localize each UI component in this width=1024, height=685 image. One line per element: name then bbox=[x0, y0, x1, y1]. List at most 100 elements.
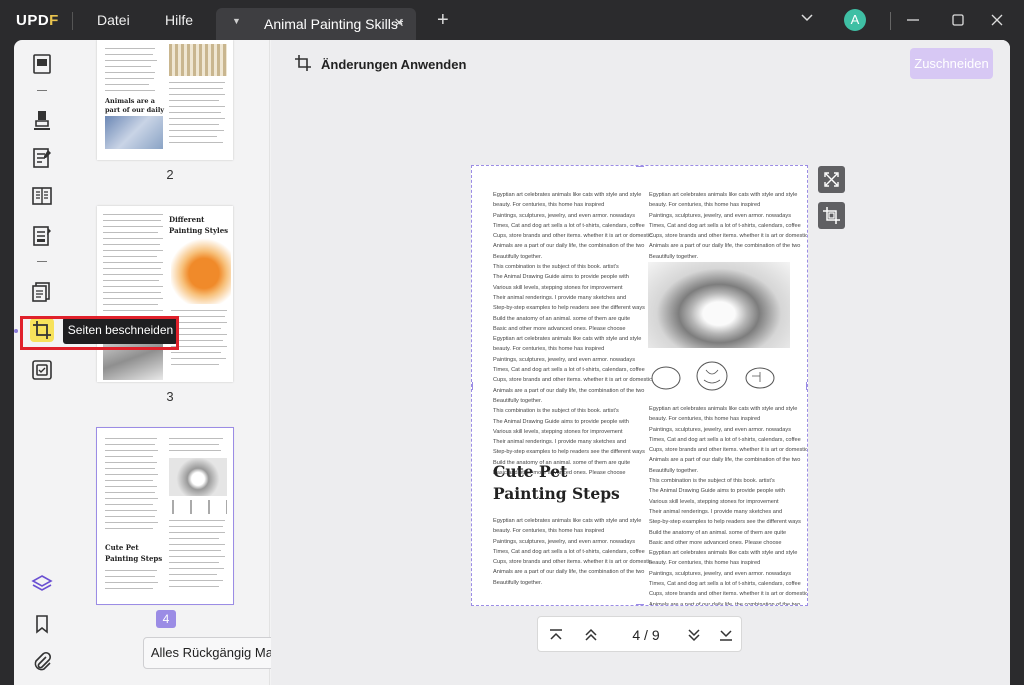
tab-dropdown-icon[interactable]: ▼ bbox=[232, 16, 241, 26]
page-number-label: 3 bbox=[166, 389, 174, 404]
thumbnail-title: Cute Pet Painting Steps bbox=[105, 543, 163, 563]
text-line: Cups, store brands and other items. whet… bbox=[493, 559, 652, 566]
text-line: Basic and other more advanced ones. Plea… bbox=[493, 325, 626, 332]
crop-pages-icon[interactable] bbox=[30, 318, 54, 342]
divider bbox=[37, 261, 47, 262]
app-window: Animals are a part of our daily life 2 D… bbox=[14, 40, 1010, 685]
page-layout-icon[interactable] bbox=[30, 184, 54, 208]
crop-button[interactable]: Zuschneiden bbox=[910, 48, 993, 79]
text-line: Various skill levels, stepping stones fo… bbox=[493, 284, 623, 291]
highlighter-icon[interactable] bbox=[30, 108, 54, 132]
text-line: The Animal Drawing Guide aims to provide… bbox=[649, 488, 785, 495]
right-column-text: Egyptian art celebrates animals like cat… bbox=[649, 190, 808, 262]
text-line: Step-by-step examples to help readers se… bbox=[493, 305, 645, 312]
text-line: Animals are a part of our daily life, th… bbox=[493, 243, 645, 250]
menu-datei[interactable]: Datei bbox=[97, 12, 130, 28]
page-navigation: 4 / 9 bbox=[537, 616, 742, 652]
text-line: Their animal renderings. I provide many … bbox=[493, 294, 627, 301]
text-line: This combination is the subject of this … bbox=[493, 408, 619, 415]
text-line: beauty. For centuries, this home has ins… bbox=[649, 560, 761, 567]
text-line: Cups, store brands and other items. whet… bbox=[493, 377, 652, 384]
thumbnail-title: Different Painting Styles bbox=[169, 215, 229, 235]
attachment-icon[interactable] bbox=[30, 650, 54, 674]
text-line: Paintings, sculptures, jewelry, and even… bbox=[493, 356, 635, 363]
text-line: beauty. For centuries, this home has ins… bbox=[493, 202, 605, 209]
form-icon[interactable] bbox=[30, 224, 54, 248]
text-line: Animals are a part of our daily life, th… bbox=[493, 569, 645, 576]
minimize-icon[interactable] bbox=[904, 11, 922, 29]
left-column-text-2: Egyptian art celebrates animals like cat… bbox=[493, 516, 652, 588]
text-line: Beautifully together. bbox=[493, 253, 543, 260]
bookmark-icon[interactable] bbox=[30, 612, 54, 636]
reader-icon[interactable] bbox=[30, 52, 54, 76]
text-line: beauty. For centuries, this home has ins… bbox=[649, 202, 761, 209]
previous-page-icon[interactable] bbox=[581, 625, 601, 645]
crop-icon bbox=[295, 55, 311, 71]
text-line: Paintings, sculptures, jewelry, and even… bbox=[493, 538, 635, 545]
apply-changes-label[interactable]: Änderungen Anwenden bbox=[321, 57, 466, 72]
page-thumbnail-4[interactable]: Cute Pet Painting Steps bbox=[96, 427, 234, 605]
text-line: Egyptian art celebrates animals like cat… bbox=[493, 336, 642, 343]
edit-text-icon[interactable] bbox=[30, 146, 54, 170]
text-line: This combination is the subject of this … bbox=[493, 264, 619, 271]
close-window-icon[interactable] bbox=[988, 11, 1006, 29]
text-line: Their animal renderings. I provide many … bbox=[649, 508, 783, 515]
text-line: Times, Cat and dog art sells a lot of t-… bbox=[649, 581, 801, 588]
text-line: beauty. For centuries, this home has ins… bbox=[649, 416, 761, 423]
text-line: Paintings, sculptures, jewelry, and even… bbox=[493, 212, 635, 219]
text-line: Egyptian art celebrates animals like cat… bbox=[649, 550, 798, 557]
text-line: Step-by-step examples to help readers se… bbox=[649, 519, 801, 526]
last-page-icon[interactable] bbox=[716, 625, 736, 645]
fit-page-icon[interactable] bbox=[818, 166, 845, 193]
maximize-icon[interactable] bbox=[949, 11, 967, 29]
new-tab-icon[interactable]: + bbox=[437, 9, 449, 32]
avatar[interactable]: A bbox=[844, 9, 866, 31]
auto-crop-icon[interactable] bbox=[818, 202, 845, 229]
chevron-down-icon[interactable] bbox=[800, 11, 814, 25]
text-line: Times, Cat and dog art sells a lot of t-… bbox=[493, 367, 645, 374]
text-line: Cups, store brands and other items. whet… bbox=[649, 233, 808, 240]
text-line: Beautifully together. bbox=[649, 467, 699, 474]
page-thumbnail-2[interactable]: Animals are a part of our daily life bbox=[97, 40, 233, 160]
text-line: The Animal Drawing Guide aims to provide… bbox=[493, 274, 629, 281]
page-heading: Cute Pet Painting Steps bbox=[493, 462, 620, 503]
text-line: Step-by-step examples to help readers se… bbox=[493, 449, 645, 456]
text-line: Build the anatomy of an animal. some of … bbox=[493, 315, 631, 322]
text-line: Various skill levels, stepping stones fo… bbox=[493, 428, 623, 435]
divider bbox=[72, 12, 73, 30]
text-line: beauty. For centuries, this home has ins… bbox=[493, 528, 605, 535]
thumbnail-image bbox=[171, 236, 231, 304]
page-indicator[interactable]: 4 / 9 bbox=[618, 624, 674, 646]
first-page-icon[interactable] bbox=[546, 625, 566, 645]
left-column-text: Egyptian art celebrates animals like cat… bbox=[493, 190, 652, 478]
organize-pages-icon[interactable] bbox=[30, 280, 54, 304]
text-line: Animals are a part of our daily life, th… bbox=[493, 387, 645, 394]
text-line: Build the anatomy of an animal. some of … bbox=[649, 529, 787, 536]
thumbnail-image bbox=[169, 500, 227, 514]
document-tab[interactable]: ▼ Animal Painting Skills* × bbox=[216, 8, 416, 40]
page-thumbnail-3[interactable]: Different Painting Styles bbox=[97, 206, 233, 382]
text-line: beauty. For centuries, this home has ins… bbox=[493, 346, 605, 353]
close-tab-icon[interactable]: × bbox=[394, 13, 404, 33]
layers-icon[interactable] bbox=[30, 572, 54, 596]
text-line: Various skill levels, stepping stones fo… bbox=[649, 498, 779, 505]
protect-icon[interactable] bbox=[30, 358, 54, 382]
app-logo: UPDF bbox=[16, 12, 59, 29]
crop-workspace: Änderungen Anwenden Zuschneiden Egyptian… bbox=[271, 40, 1010, 685]
text-line: Beautifully together. bbox=[493, 579, 543, 586]
page-preview[interactable]: Egyptian art celebrates animals like cat… bbox=[471, 165, 808, 606]
divider bbox=[37, 90, 47, 91]
text-line: Cups, store brands and other items. whet… bbox=[493, 233, 652, 240]
menu-hilfe[interactable]: Hilfe bbox=[165, 12, 193, 28]
text-line: Egyptian art celebrates animals like cat… bbox=[493, 192, 642, 198]
dog-photo bbox=[648, 262, 790, 348]
text-line: Basic and other more advanced ones. Plea… bbox=[649, 539, 782, 546]
text-line: Beautifully together. bbox=[493, 397, 543, 404]
next-page-icon[interactable] bbox=[684, 625, 704, 645]
text-line: Paintings, sculptures, jewelry, and even… bbox=[649, 426, 791, 433]
text-line: Times, Cat and dog art sells a lot of t-… bbox=[649, 436, 801, 443]
text-line: Beautifully together. bbox=[649, 253, 699, 260]
text-line: Animals are a part of our daily life, th… bbox=[649, 601, 801, 606]
title-bar: UPDF Datei Hilfe ▼ Animal Painting Skill… bbox=[0, 0, 1024, 40]
right-column-text-2: Egyptian art celebrates animals like cat… bbox=[649, 404, 807, 606]
